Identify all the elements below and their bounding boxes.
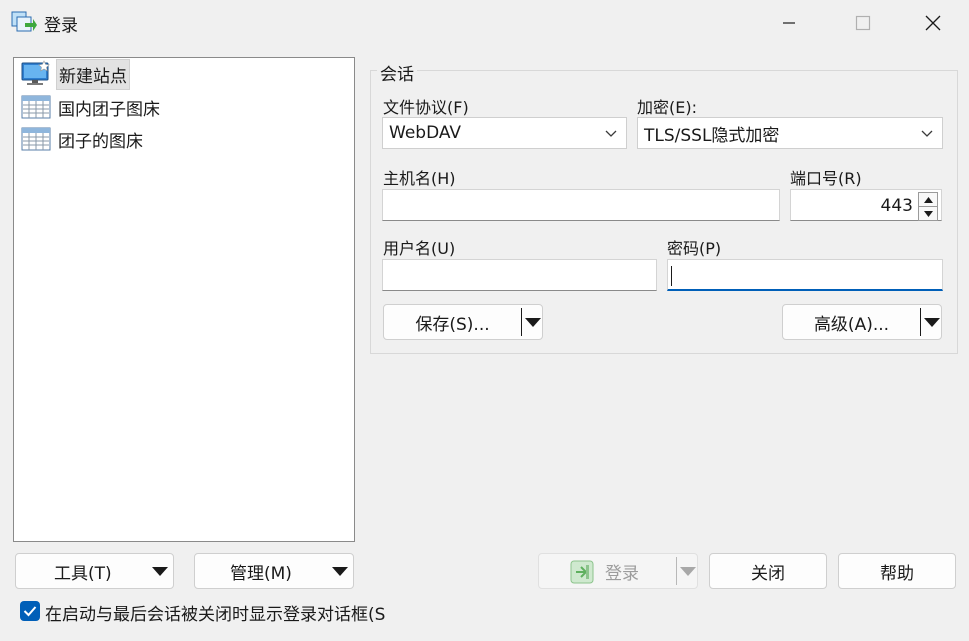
host-label: 主机名(H) bbox=[383, 169, 456, 188]
show-login-dialog-label[interactable]: 在启动与最后会话被关闭时显示登录对话框(S bbox=[45, 600, 385, 625]
split-divider bbox=[521, 308, 522, 336]
help-button[interactable]: 帮助 bbox=[838, 553, 956, 589]
port-label: 端口号(R) bbox=[790, 169, 862, 188]
close-window-button[interactable] bbox=[897, 0, 969, 46]
tools-button[interactable]: 工具(T) bbox=[15, 553, 174, 589]
close-icon bbox=[925, 15, 941, 31]
winscp-login-icon bbox=[11, 9, 37, 35]
split-divider bbox=[676, 557, 677, 585]
advanced-split-button[interactable]: 高级(A)... bbox=[782, 304, 942, 340]
caret-down-icon bbox=[152, 567, 168, 576]
tree-item-label: 新建站点 bbox=[56, 58, 130, 90]
tree-item-new-site[interactable]: 新建站点 bbox=[20, 58, 130, 90]
chevron-down-icon bbox=[921, 130, 933, 137]
port-stepper[interactable]: 443 bbox=[790, 189, 942, 221]
caret-down-icon[interactable] bbox=[525, 318, 541, 327]
title-bar: 登录 bbox=[0, 0, 969, 46]
new-site-icon bbox=[20, 60, 52, 88]
user-label: 用户名(U) bbox=[383, 239, 456, 258]
login-label: 登录 bbox=[605, 563, 639, 584]
port-value: 443 bbox=[880, 196, 913, 216]
save-button[interactable]: 保存(S)... bbox=[384, 310, 521, 335]
login-split-button[interactable]: 登录 bbox=[538, 553, 698, 589]
manage-label: 管理(M) bbox=[230, 563, 292, 584]
encryption-label: 加密(E): bbox=[637, 98, 697, 117]
password-input[interactable] bbox=[667, 259, 943, 291]
tree-item-site[interactable]: 国内团子图床 bbox=[20, 92, 162, 122]
caret-down-icon[interactable] bbox=[680, 567, 696, 576]
text-cursor bbox=[671, 266, 672, 286]
site-icon bbox=[20, 93, 52, 121]
minimize-button[interactable] bbox=[753, 0, 825, 46]
caret-down-icon bbox=[332, 567, 348, 576]
tree-item-label: 国内团子图床 bbox=[58, 99, 160, 120]
tree-item-site[interactable]: 团子的图床 bbox=[20, 124, 145, 154]
split-divider bbox=[920, 308, 921, 336]
minimize-icon bbox=[783, 22, 795, 24]
save-split-button[interactable]: 保存(S)... bbox=[383, 304, 543, 340]
session-group-label: 会话 bbox=[377, 60, 417, 85]
checkmark-icon bbox=[23, 606, 37, 617]
manage-button[interactable]: 管理(M) bbox=[194, 553, 354, 589]
login-icon bbox=[569, 559, 595, 590]
maximize-icon bbox=[855, 15, 871, 31]
maximize-button[interactable] bbox=[827, 0, 899, 46]
host-input[interactable] bbox=[382, 189, 780, 221]
caret-up-icon bbox=[923, 196, 933, 203]
site-tree[interactable]: 新建站点 国内团子图床 团子的图床 bbox=[13, 57, 355, 542]
encryption-value: TLS/SSL隐式加密 bbox=[644, 125, 780, 146]
chevron-down-icon bbox=[605, 130, 617, 137]
port-increment-button[interactable] bbox=[918, 192, 938, 207]
encryption-select[interactable]: TLS/SSL隐式加密 bbox=[637, 117, 943, 149]
protocol-select[interactable]: WebDAV bbox=[382, 117, 627, 149]
site-icon bbox=[20, 125, 52, 153]
protocol-value: WebDAV bbox=[389, 123, 462, 143]
port-decrement-button[interactable] bbox=[918, 206, 938, 221]
user-input[interactable] bbox=[382, 259, 657, 291]
close-button[interactable]: 关闭 bbox=[709, 553, 827, 589]
show-login-dialog-checkbox[interactable] bbox=[20, 601, 40, 621]
advanced-button[interactable]: 高级(A)... bbox=[783, 310, 920, 335]
window-title: 登录 bbox=[44, 16, 78, 36]
protocol-label: 文件协议(F) bbox=[383, 98, 469, 117]
caret-down-icon[interactable] bbox=[924, 318, 940, 327]
tree-item-label: 团子的图床 bbox=[58, 131, 143, 152]
tools-label: 工具(T) bbox=[54, 563, 112, 584]
password-label: 密码(P) bbox=[667, 239, 722, 258]
caret-down-icon bbox=[923, 210, 933, 217]
